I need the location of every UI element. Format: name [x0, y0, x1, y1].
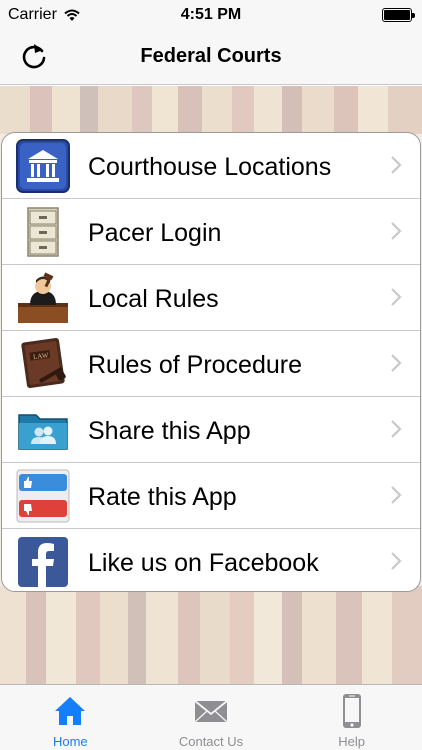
tab-contact-us[interactable]: Contact Us: [141, 685, 282, 750]
navigation-bar: Federal Courts: [0, 30, 422, 85]
file-cabinet-icon: [27, 207, 59, 257]
chevron-right-icon: [391, 222, 402, 240]
tab-label: Home: [52, 734, 88, 749]
law-book-icon: LAW: [21, 337, 66, 389]
tab-label: Help: [338, 734, 366, 749]
menu-item-like-us-on-facebook[interactable]: Like us on Facebook: [2, 529, 420, 591]
tab-help[interactable]: Help: [281, 685, 422, 750]
page-title: Federal Courts: [140, 45, 282, 67]
tab-bar: Home Contact Us Help: [0, 684, 422, 750]
chevron-right-icon: [391, 288, 402, 306]
envelope-icon: [194, 700, 228, 723]
main-menu: Courthouse Locations Pacer Login Local R…: [1, 132, 421, 592]
phone-icon: [342, 694, 361, 728]
menu-item-share-this-app[interactable]: Share this App: [2, 397, 420, 463]
chevron-right-icon: [391, 420, 402, 438]
menu-item-pacer-login[interactable]: Pacer Login: [2, 199, 420, 265]
menu-item-rules-of-procedure[interactable]: LAW Rules of Procedure: [2, 331, 420, 397]
chevron-right-icon: [391, 156, 402, 174]
menu-item-local-rules[interactable]: Local Rules: [2, 265, 420, 331]
menu-item-label: Pacer Login: [88, 219, 222, 247]
menu-item-label: Courthouse Locations: [88, 153, 332, 181]
menu-item-rate-this-app[interactable]: Rate this App: [2, 463, 420, 529]
judge-icon: [18, 272, 68, 323]
share-folder-icon: [18, 414, 68, 450]
chevron-right-icon: [391, 354, 402, 372]
status-bar: Carrier 4:51 PM: [0, 0, 422, 30]
tab-home[interactable]: Home: [0, 685, 141, 750]
chevron-right-icon: [391, 486, 402, 504]
tab-label: Contact Us: [178, 734, 244, 749]
menu-item-label: Share this App: [88, 417, 251, 445]
menu-item-label: Like us on Facebook: [88, 549, 319, 577]
battery-fill: [384, 10, 410, 20]
menu-item-courthouse-locations[interactable]: Courthouse Locations: [2, 133, 420, 199]
facebook-icon: [18, 537, 68, 587]
battery-icon: [382, 8, 415, 22]
courthouse-icon: [16, 139, 70, 193]
like-unlike-icon: [16, 469, 70, 523]
menu-item-label: Local Rules: [88, 285, 219, 313]
status-time: 4:51 PM: [180, 6, 242, 23]
menu-item-label: Rules of Procedure: [88, 351, 303, 379]
home-icon: [55, 697, 86, 725]
chevron-right-icon: [391, 552, 402, 570]
menu-item-label: Rate this App: [88, 483, 237, 511]
